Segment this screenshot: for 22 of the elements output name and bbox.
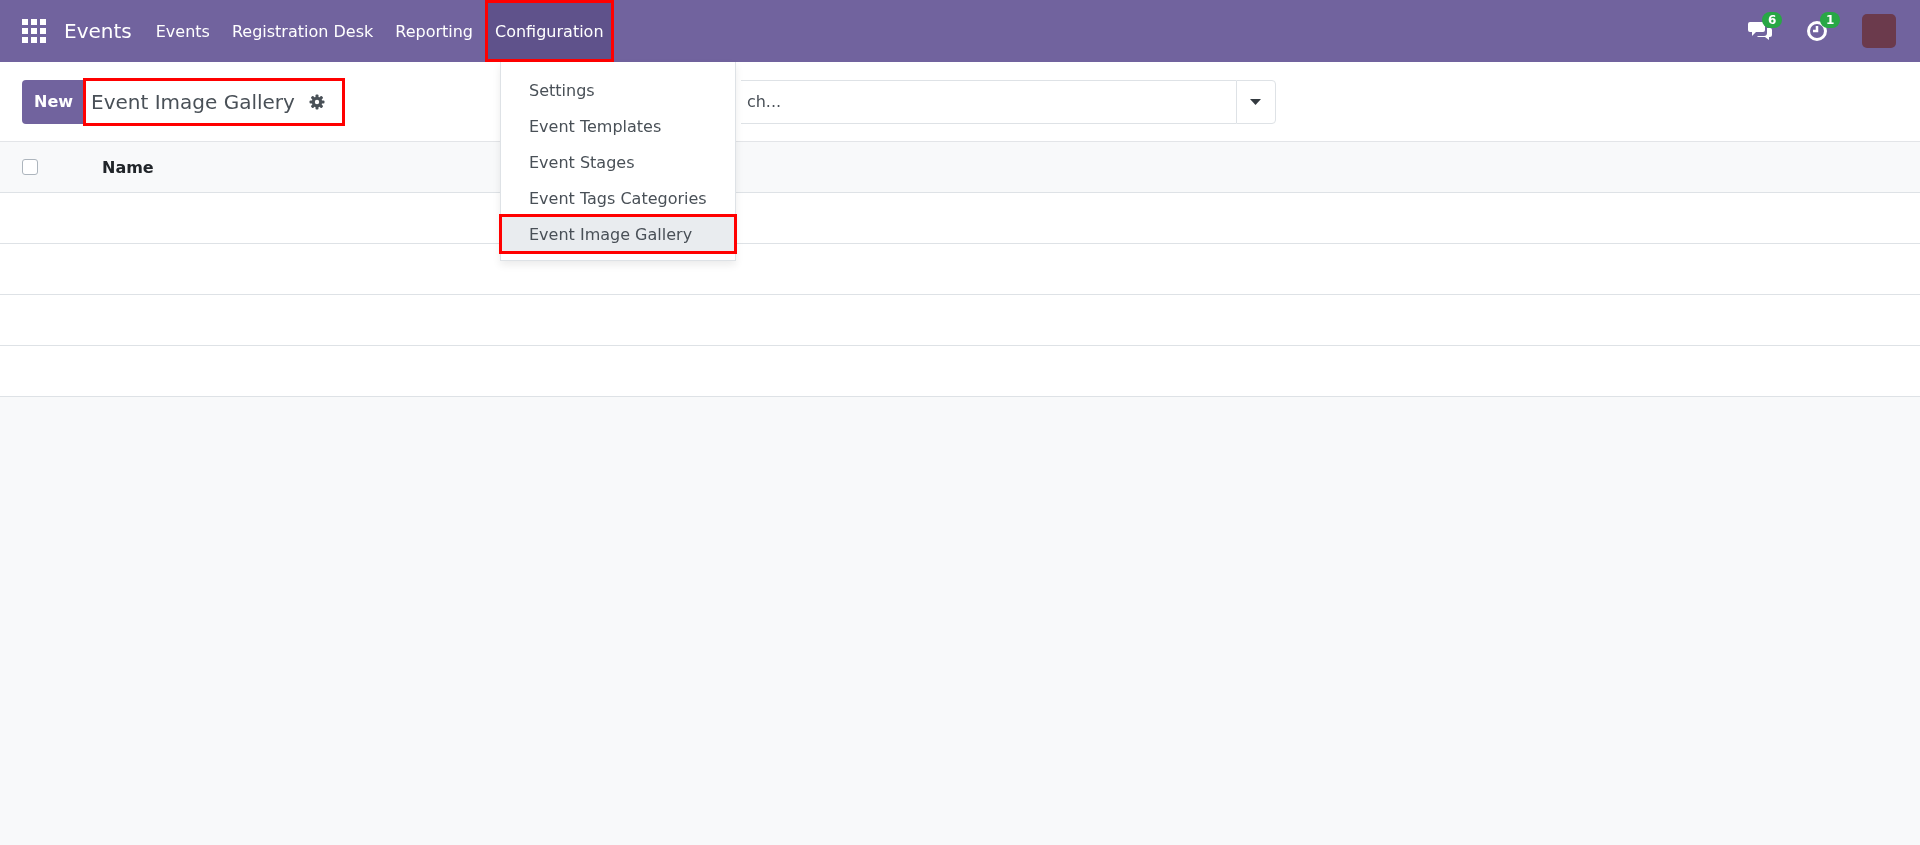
settings-icon[interactable] (308, 93, 325, 110)
select-all-checkbox[interactable] (22, 159, 38, 175)
dropdown-menu-item[interactable]: Settings (501, 72, 735, 108)
activity-count-badge: 1 (1820, 12, 1841, 28)
breadcrumb-title: Event Image Gallery (91, 89, 295, 114)
new-button[interactable]: New (22, 79, 86, 124)
search-options-toggle[interactable] (1235, 79, 1276, 124)
search-field[interactable]: ch... (740, 79, 1236, 124)
column-header[interactable]: Name (102, 157, 154, 177)
apps-grid-icon[interactable] (22, 19, 46, 43)
dropdown-menu-item[interactable]: Event Stages (501, 144, 735, 180)
nav-menu-item[interactable]: Configuration (485, 0, 614, 62)
dropdown-menu-item[interactable]: Event Templates (501, 108, 735, 144)
nav-menu-item[interactable]: Registration Desk (221, 0, 384, 62)
nav-menu-item[interactable]: Reporting (385, 0, 483, 62)
nav-menu-item[interactable]: Events (145, 0, 220, 62)
caret-down-icon (1250, 98, 1262, 105)
dropdown-menu-item[interactable]: Event Image Gallery (501, 216, 735, 252)
dropdown-menu-item[interactable]: Event Tags Categories (501, 180, 735, 216)
clock-icon[interactable] (1806, 20, 1828, 42)
app-name[interactable]: Events (64, 19, 132, 43)
message-count-badge: 6 (1762, 12, 1783, 28)
